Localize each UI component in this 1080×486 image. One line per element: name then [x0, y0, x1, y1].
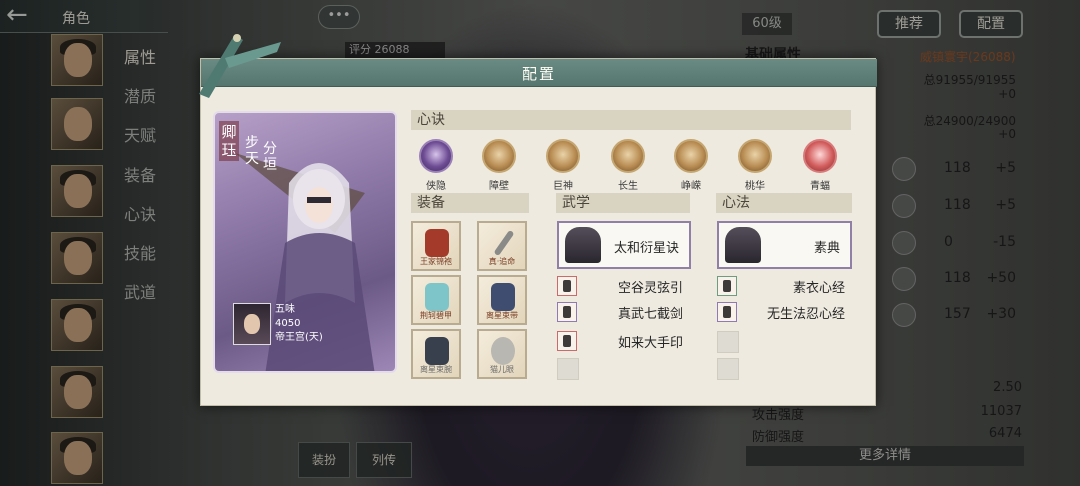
- xinjue-item[interactable]: 长生: [606, 139, 650, 192]
- wuxue-skill-row[interactable]: 真武七截剑: [557, 302, 683, 324]
- equip-section-header: 装备: [411, 193, 529, 213]
- wuxue-main-skill[interactable]: 太和衍星诀: [557, 221, 691, 269]
- xinjue-section-header: 心诀: [411, 110, 851, 130]
- dialog-title: 配置: [521, 65, 556, 83]
- config-dialog: 配置 卿珏 步天 分垣 五味 4050 帝王宫(天) 心诀 侠隐 障壁 巨神 长…: [200, 58, 877, 406]
- skill-figure-icon: [725, 227, 761, 263]
- player-avatar: [233, 303, 271, 345]
- xinjue-item[interactable]: 障壁: [477, 139, 521, 192]
- xinfa-main-skill[interactable]: 素典: [717, 221, 852, 269]
- xinjue-icon: [546, 139, 580, 173]
- character-sect: 步天: [245, 135, 259, 167]
- xinjue-item[interactable]: 桃华: [733, 139, 777, 192]
- xinfa-section-header: 心法: [716, 193, 852, 213]
- wuxue-skill-row[interactable]: 如来大手印: [557, 331, 683, 353]
- skill-icon: [557, 331, 577, 351]
- equip-slot[interactable]: 荆轲碧甲: [411, 275, 461, 325]
- xinjue-item[interactable]: 青蝠: [798, 139, 842, 192]
- xinjue-icon: [611, 139, 645, 173]
- xinjue-icon: [674, 139, 708, 173]
- xinjue-icon: [482, 139, 516, 173]
- player-name: 五味: [275, 304, 295, 315]
- empty-skill-slot[interactable]: [717, 358, 739, 380]
- dialog-header: 配置: [201, 59, 877, 87]
- player-info: 五味 4050 帝王宫(天): [275, 303, 323, 345]
- wuxue-skill-row[interactable]: 空谷灵弦引: [557, 276, 683, 298]
- skill-icon: [717, 276, 737, 296]
- equip-slot[interactable]: 离星束带: [477, 275, 527, 325]
- xinjue-item[interactable]: 侠隐: [414, 139, 458, 192]
- empty-skill-slot[interactable]: [717, 331, 739, 353]
- skill-icon: [717, 302, 737, 322]
- empty-skill-slot[interactable]: [557, 358, 579, 380]
- equip-slot[interactable]: 猫儿眼: [477, 329, 527, 379]
- xinjue-item[interactable]: 巨神: [541, 139, 585, 192]
- character-sect-line2: 分垣: [263, 141, 277, 173]
- player-score: 4050: [275, 318, 301, 329]
- equip-slot[interactable]: 离星束腕: [411, 329, 461, 379]
- banner-decoration: [199, 34, 281, 98]
- xinfa-skill-row[interactable]: 素衣心经: [717, 276, 845, 298]
- character-name: 卿珏: [219, 121, 239, 161]
- equip-slot[interactable]: 真·追命: [477, 221, 527, 271]
- player-server: 帝王宫(天): [275, 332, 323, 343]
- xinjue-icon: [419, 139, 453, 173]
- skill-figure-icon: [565, 227, 601, 263]
- skill-icon: [557, 276, 577, 296]
- xinjue-icon: [803, 139, 837, 173]
- xinjue-icon: [738, 139, 772, 173]
- skill-icon: [557, 302, 577, 322]
- equip-slot[interactable]: 王家锦袍: [411, 221, 461, 271]
- character-card: 卿珏 步天 分垣 五味 4050 帝王宫(天): [213, 111, 397, 373]
- xinfa-skill-row[interactable]: 无生法忍心经: [717, 302, 845, 324]
- xinjue-item[interactable]: 峥嵘: [669, 139, 713, 192]
- wuxue-section-header: 武学: [556, 193, 690, 213]
